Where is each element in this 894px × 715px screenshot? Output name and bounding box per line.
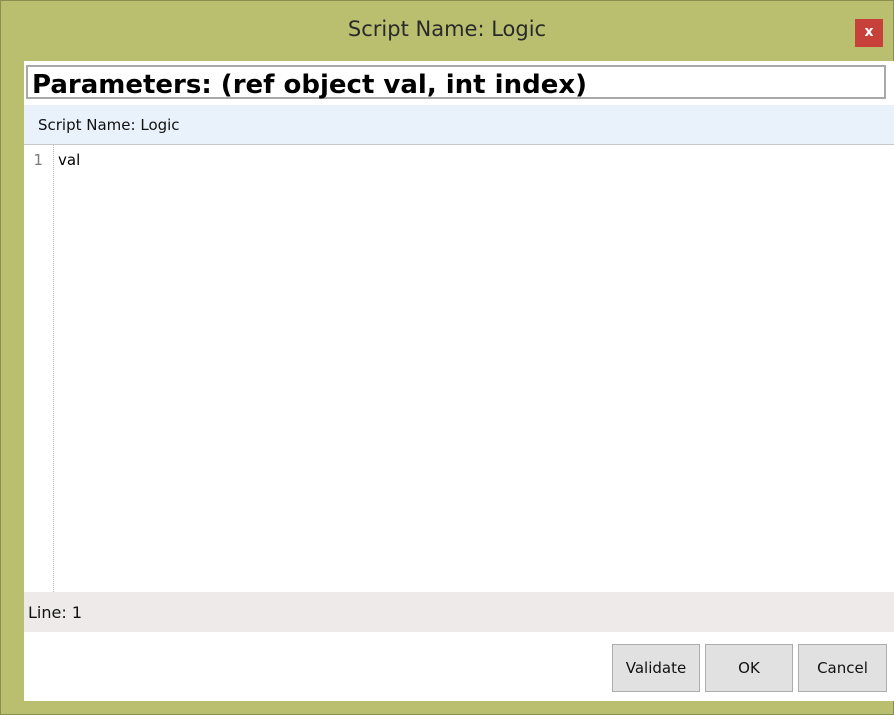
close-icon: x [864, 24, 874, 40]
line-number-gutter: 1 [24, 145, 54, 592]
script-name-header: Script Name: Logic [24, 105, 894, 145]
status-bar: Line: 1 [24, 592, 894, 632]
title-bar[interactable]: Script Name: Logic x [1, 1, 893, 61]
dialog-content: Parameters: (ref object val, int index) … [24, 61, 894, 701]
button-row: Validate OK Cancel [24, 632, 894, 701]
close-button[interactable]: x [855, 19, 883, 47]
code-line[interactable]: val [58, 151, 80, 169]
line-status: Line: 1 [28, 603, 82, 622]
script-name-label: Script Name: Logic [38, 116, 180, 134]
window-title: Script Name: Logic [347, 17, 547, 41]
code-editor[interactable]: 1 val [24, 145, 894, 592]
validate-button[interactable]: Validate [612, 644, 700, 692]
ok-button[interactable]: OK [705, 644, 793, 692]
parameters-text: Parameters: (ref object val, int index) [32, 70, 587, 100]
parameters-field: Parameters: (ref object val, int index) [26, 65, 886, 100]
cancel-button[interactable]: Cancel [798, 644, 887, 692]
script-editor-window: Script Name: Logic x Parameters: (ref ob… [0, 0, 894, 715]
line-number: 1 [33, 151, 43, 169]
